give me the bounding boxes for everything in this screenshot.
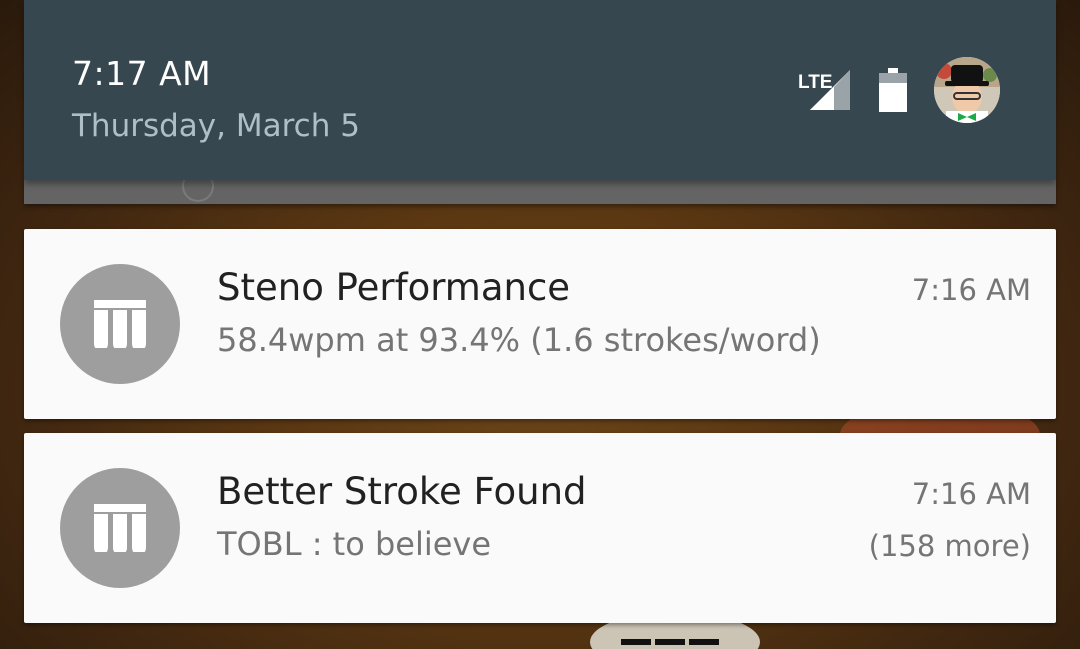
status-icons: LTE: [798, 56, 1000, 124]
quick-settings-peek[interactable]: [24, 170, 1056, 204]
lte-signal-icon: LTE: [798, 68, 852, 112]
notification-card[interactable]: Steno Performance 58.4wpm at 93.4% (1.6 …: [24, 229, 1056, 419]
clock-time: 7:17 AM: [72, 54, 212, 93]
date-label[interactable]: Thursday, March 5: [72, 108, 360, 144]
notification-time: 7:16 AM: [911, 477, 1031, 511]
notification-text: TOBL : to believe: [217, 525, 492, 563]
notification-text: 58.4wpm at 93.4% (1.6 strokes/word): [217, 321, 821, 359]
user-avatar[interactable]: [934, 57, 1000, 123]
lte-label: LTE: [798, 72, 832, 93]
wallpaper-dock-hint: [615, 630, 725, 649]
notification-time: 7:16 AM: [911, 273, 1031, 307]
notification-title: Better Stroke Found: [217, 470, 587, 513]
more-count-label: (158 more): [868, 529, 1031, 563]
steno-keyboard-icon: [60, 264, 180, 384]
notification-title: Steno Performance: [217, 266, 571, 309]
notification-card[interactable]: Better Stroke Found TOBL : to believe 7:…: [24, 433, 1056, 623]
notification-shade-header[interactable]: 7:17 AM Thursday, March 5 LTE: [24, 0, 1056, 180]
steno-keyboard-icon: [60, 468, 180, 588]
battery-icon: [878, 68, 908, 112]
